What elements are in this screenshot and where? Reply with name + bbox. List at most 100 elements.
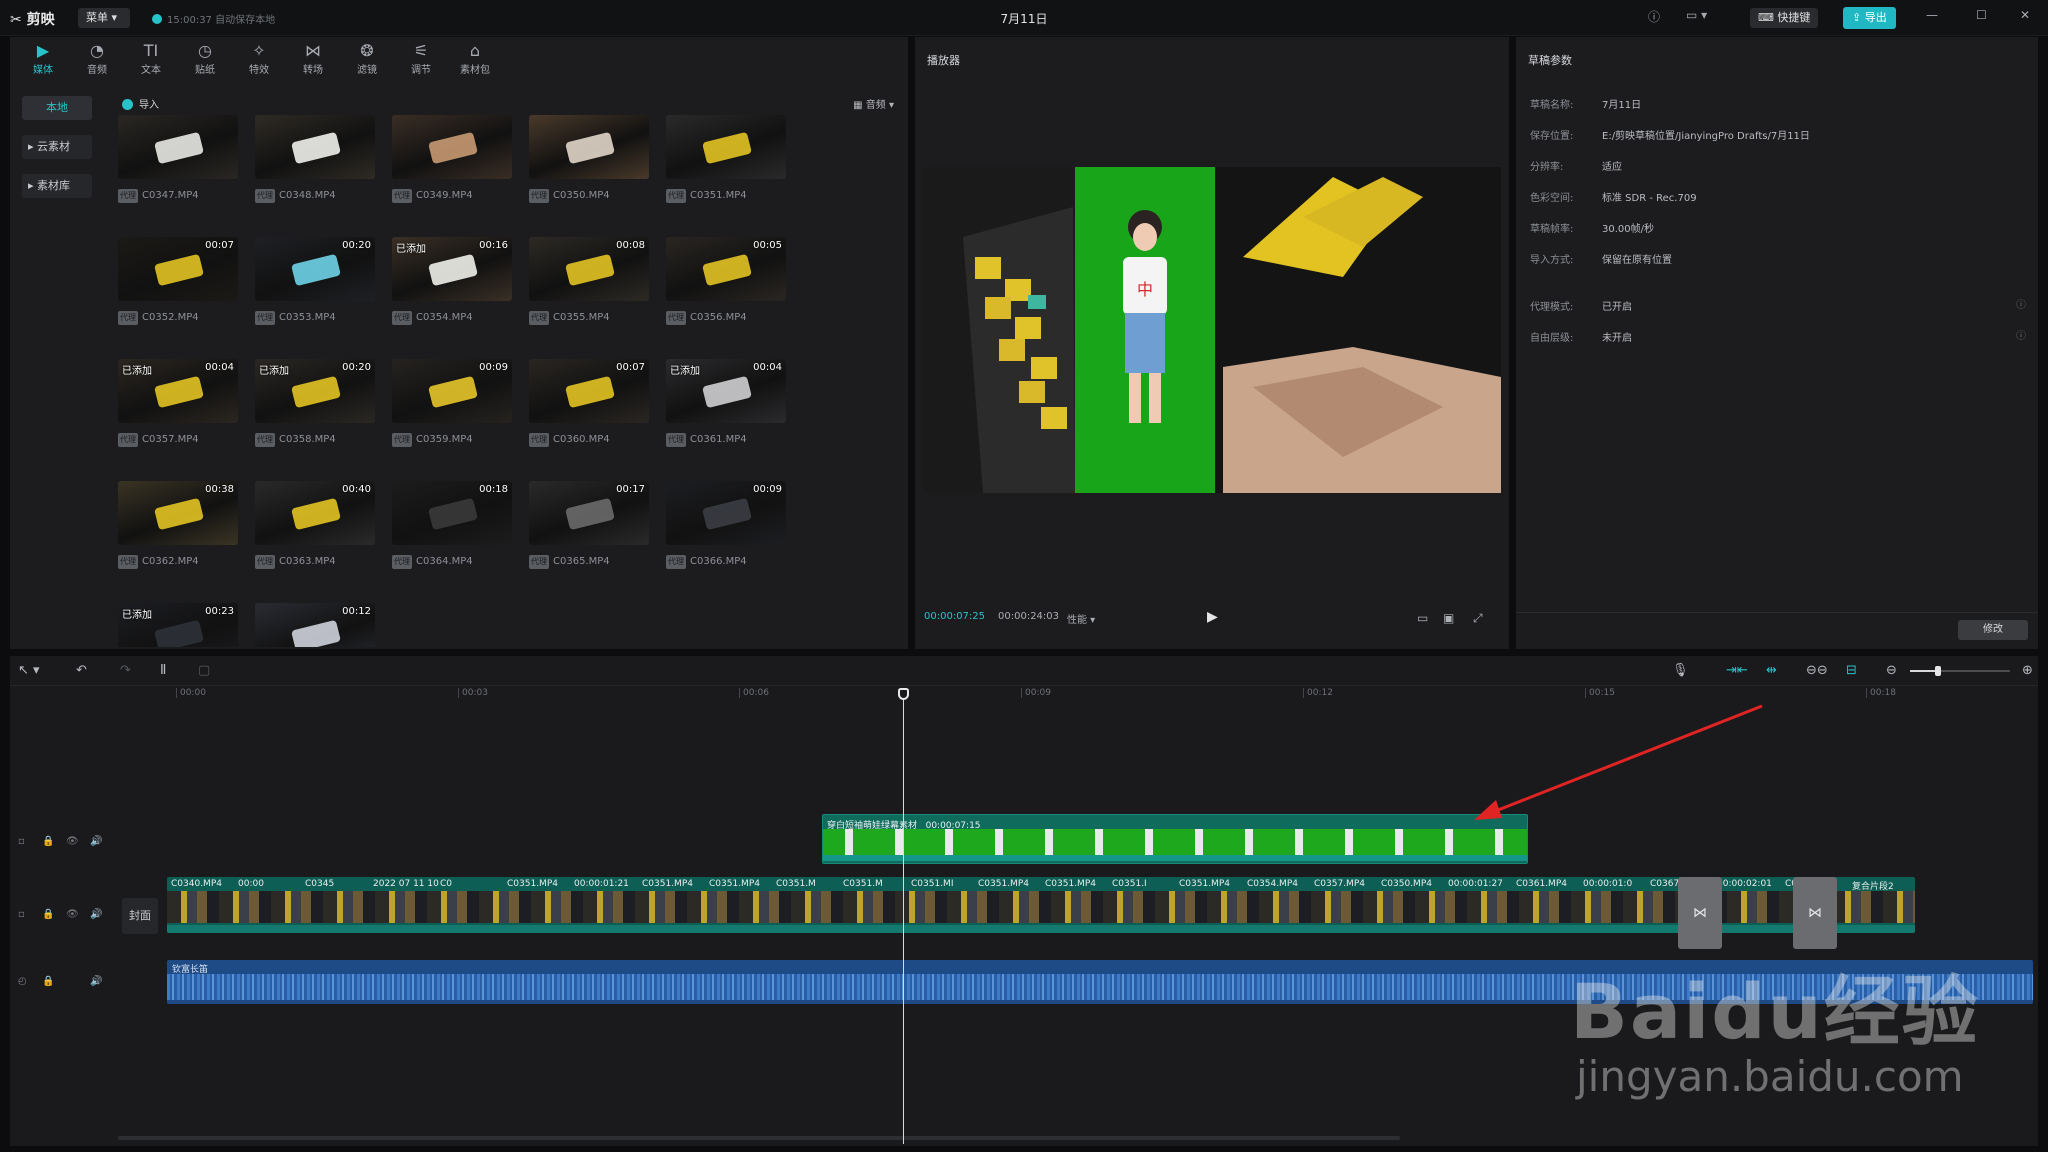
tab-audio[interactable]: ◔ 音频 — [72, 41, 122, 76]
performance-dropdown[interactable]: 性能 ▾ — [1067, 611, 1095, 626]
audio-track-icon[interactable]: ◴ — [18, 976, 42, 987]
ratio-icon[interactable]: ▣ — [1443, 611, 1454, 625]
added-badge: 已添加 — [122, 610, 152, 621]
menu-button[interactable]: 菜单 ▾ — [78, 8, 130, 28]
shortcut-button[interactable]: ⌨ 快捷键 — [1750, 8, 1819, 28]
media-thumbnail[interactable]: 00:08 代理 C0355.MP4 — [529, 237, 649, 325]
tab-filter[interactable]: ❂ 滤镜 — [342, 41, 392, 76]
media-thumbnail[interactable]: 已添加 00:04 代理 C0361.MP4 — [666, 359, 786, 447]
media-thumbnail[interactable]: 00:09 代理 C0359.MP4 — [392, 359, 512, 447]
cover-button[interactable]: 封面 — [122, 898, 158, 934]
main-video-track[interactable]: C0340.MP4 00:00 C0345 2022 07 11 10 C0 C0351.… — [167, 877, 1915, 933]
close-icon[interactable]: ✕ — [2020, 8, 2030, 22]
redo-icon[interactable]: ↷ — [120, 663, 131, 678]
green-screen-clip[interactable]: 穿白短袖萌娃绿幕素材 00:00:07:15 — [822, 814, 1528, 864]
import-button[interactable]: 导入 — [122, 96, 159, 111]
prop-key: 保存位置: — [1530, 131, 1574, 142]
media-thumbnail[interactable]: 已添加 00:20 代理 C0358.MP4 — [255, 359, 375, 447]
media-thumbnail[interactable]: 00:09 代理 C0366.MP4 — [666, 481, 786, 569]
help-icon[interactable]: ⓘ — [2016, 296, 2026, 311]
preview-axis-icon[interactable]: ⊟ — [1846, 663, 1857, 678]
layout-icon[interactable]: ▭ ▾ — [1686, 8, 1707, 22]
media-thumbnail[interactable]: 00:40 代理 C0363.MP4 — [255, 481, 375, 569]
transition-marker[interactable]: ⋈ — [1793, 877, 1837, 949]
waveform-view-icon[interactable]: ▭ — [1417, 611, 1428, 625]
media-thumbnail[interactable]: 已添加 00:16 代理 C0354.MP4 — [392, 237, 512, 325]
segment-label: C0351.MP4 — [978, 879, 1029, 889]
media-thumbnail[interactable]: 代理 C0348.MP4 — [255, 115, 375, 203]
media-thumbnail[interactable]: 已添加 00:23 — [118, 603, 238, 647]
maximize-icon[interactable]: ☐ — [1976, 8, 1987, 22]
sort-button[interactable]: ▦ 音频 ▾ — [853, 96, 894, 111]
tab-effects[interactable]: ✧ 特效 — [234, 41, 284, 76]
tab-adjust[interactable]: ⚟ 调节 — [396, 41, 446, 76]
time-ruler[interactable]: 00:00 00:03 00:06 00:09 00:12 00:15 00:1… — [118, 686, 2038, 706]
speaker-icon[interactable]: 🔊 — [90, 836, 114, 847]
sidebar-item-local[interactable]: 本地 — [22, 96, 92, 120]
lock-icon[interactable]: 🔒 — [42, 909, 66, 920]
modify-button[interactable]: 修改 — [1958, 620, 2028, 640]
lock-icon[interactable]: 🔒 — [42, 836, 66, 847]
transition-marker[interactable]: ⋈ — [1678, 877, 1722, 949]
zoom-out-icon[interactable]: ⊖ — [1886, 663, 1897, 678]
help-icon[interactable]: ⓘ — [1648, 8, 1660, 25]
sidebar-item-library[interactable]: ▸ 素材库 — [22, 174, 92, 198]
audio-clip[interactable]: 钦富长笛 — [167, 960, 2033, 1004]
zoom-slider[interactable] — [1910, 666, 2020, 676]
media-thumbnail[interactable]: 00:18 代理 C0364.MP4 — [392, 481, 512, 569]
audio-track-controls: ◴ 🔒 🔊 — [18, 976, 114, 987]
tab-transition[interactable]: ⋈ 转场 — [288, 41, 338, 76]
help-icon[interactable]: ⓘ — [2016, 327, 2026, 342]
lock-icon[interactable]: 🔒 — [42, 976, 66, 987]
horizontal-scrollbar[interactable] — [118, 1136, 1400, 1140]
media-thumbnail[interactable]: 代理 C0349.MP4 — [392, 115, 512, 203]
media-thumbnail[interactable]: 代理 C0350.MP4 — [529, 115, 649, 203]
playhead[interactable] — [903, 692, 904, 1144]
file-name: C0356.MP4 — [690, 312, 747, 323]
prop-value: 保留在原有位置 — [1602, 255, 1672, 266]
media-thumbnail[interactable]: 00:12 — [255, 603, 375, 647]
video-preview[interactable]: 中 — [923, 167, 1501, 493]
playhead-handle[interactable] — [898, 688, 909, 700]
eye-icon[interactable]: 👁 — [66, 836, 90, 847]
speaker-icon[interactable]: 🔊 — [90, 976, 114, 987]
snap-icon[interactable]: ⇹ — [1766, 663, 1777, 678]
media-thumbnail[interactable]: 00:20 代理 C0353.MP4 — [255, 237, 375, 325]
media-thumbnail[interactable]: 00:05 代理 C0356.MP4 — [666, 237, 786, 325]
select-tool-icon[interactable]: ↖ ▾ — [18, 663, 40, 678]
thumbnail-image: 00:09 — [666, 481, 786, 545]
undo-icon[interactable]: ↶ — [76, 663, 87, 678]
tab-text[interactable]: TI 文本 — [126, 41, 176, 76]
export-button[interactable]: ⇪ 导出 — [1843, 7, 1896, 29]
tab-media[interactable]: ▶ 媒体 — [18, 41, 68, 76]
link-main-track-icon[interactable]: ⇥⇤ — [1726, 663, 1748, 678]
eye-icon[interactable]: 👁 — [66, 909, 90, 920]
player-title: 播放器 — [927, 54, 960, 67]
sidebar-item-cloud[interactable]: ▸ 云素材 — [22, 135, 92, 159]
fullscreen-icon[interactable]: ⤢ — [1473, 611, 1483, 626]
media-thumbnail[interactable]: 00:07 代理 C0360.MP4 — [529, 359, 649, 447]
tab-sticker[interactable]: ◷ 贴纸 — [180, 41, 230, 76]
play-icon[interactable]: ▶ — [1207, 609, 1218, 625]
minimize-icon[interactable]: — — [1926, 8, 1938, 22]
added-badge: 已添加 — [122, 366, 152, 377]
import-label: 导入 — [139, 100, 159, 111]
media-thumbnail[interactable]: 00:07 代理 C0352.MP4 — [118, 237, 238, 325]
linkage-icon[interactable]: ⊖⊖ — [1806, 663, 1828, 678]
speaker-icon[interactable]: 🔊 — [90, 909, 114, 920]
asset-toolbar: ▶ 媒体 ◔ 音频 TI 文本 ◷ 贴纸 ✧ 特效 ⋈ 转场 ❂ 滤镜 ⚟ 调节 ⌂ 素材包 — [10, 37, 908, 79]
delete-icon[interactable]: ▢ — [198, 663, 210, 678]
media-thumbnail[interactable]: 00:17 代理 C0365.MP4 — [529, 481, 649, 569]
split-icon[interactable]: Ⅱ — [160, 663, 166, 678]
media-thumbnail[interactable]: 代理 C0351.MP4 — [666, 115, 786, 203]
tab-package[interactable]: ⌂ 素材包 — [450, 41, 500, 76]
microphone-icon[interactable]: 🎙 — [1672, 663, 1689, 678]
media-thumbnail[interactable]: 已添加 00:04 代理 C0357.MP4 — [118, 359, 238, 447]
track-toggle-icon[interactable]: ▫ — [18, 836, 42, 847]
zoom-in-icon[interactable]: ⊕ — [2022, 663, 2033, 678]
media-thumbnail[interactable]: 代理 C0347.MP4 — [118, 115, 238, 203]
track-toggle-icon[interactable]: ▫ — [18, 909, 42, 920]
thumbnail-name: 代理 C0357.MP4 — [118, 433, 238, 447]
file-name: C0363.MP4 — [279, 556, 336, 567]
media-thumbnail[interactable]: 00:38 代理 C0362.MP4 — [118, 481, 238, 569]
